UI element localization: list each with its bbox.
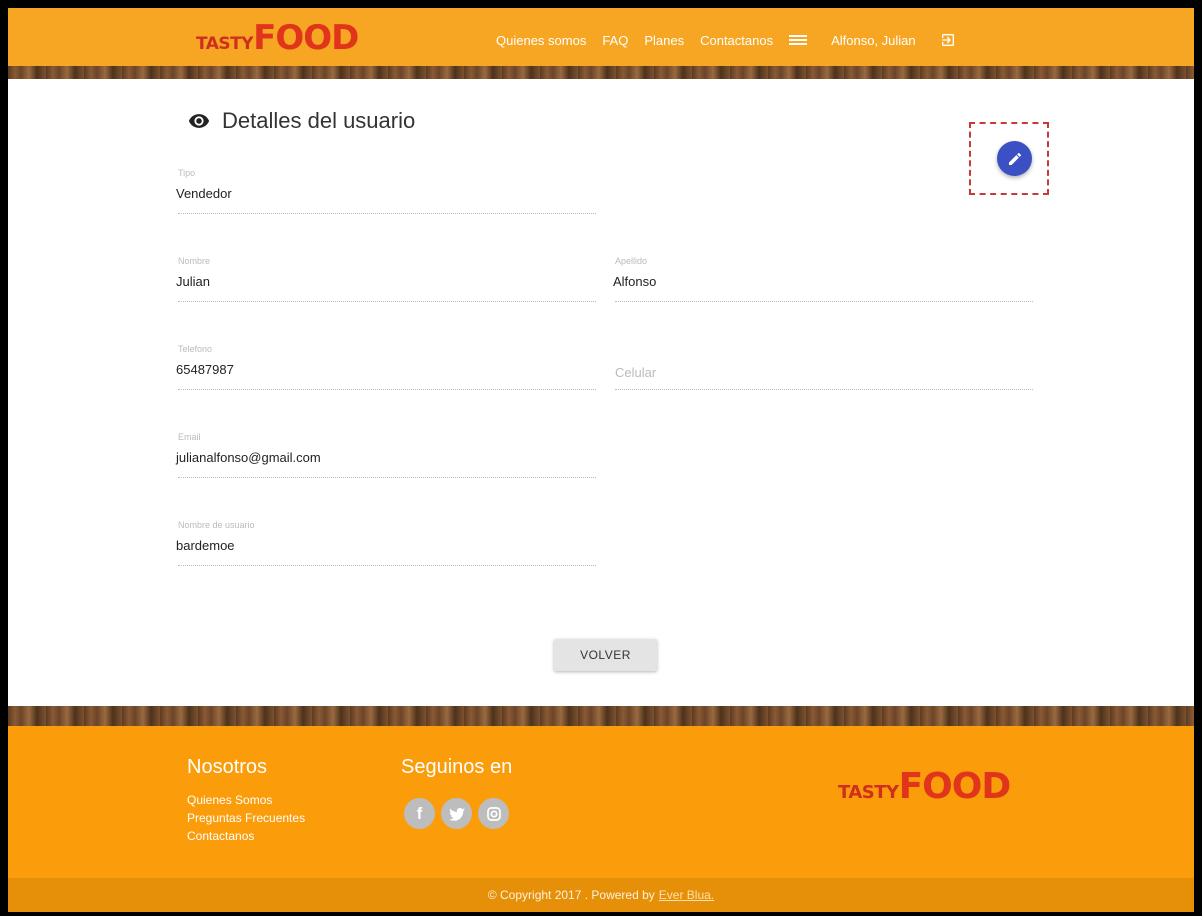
twitter-bird-glyph [448,807,465,821]
field-nombre-value: Julian [176,274,210,289]
back-button[interactable]: VOLVER [554,639,657,671]
nav-planes[interactable]: Planes [644,33,684,48]
social-links: f [404,798,515,829]
field-tipo[interactable]: Tipo Vendedor [176,168,596,228]
field-underline [615,301,1033,302]
field-celular[interactable]: Celular [615,344,1033,404]
field-underline [178,477,596,478]
footer: Nosotros Quienes Somos Preguntas Frecuen… [8,726,1194,878]
copyright-bar: © Copyright 2017 . Powered by Ever Blua. [8,878,1194,912]
user-name-link[interactable]: Alfonso, Julian [831,33,916,48]
field-apellido-value: Alfonso [613,274,657,289]
hamburger-menu-icon[interactable] [789,33,808,47]
nav-contactanos[interactable]: Contactanos [700,33,773,48]
field-underline [178,301,596,302]
footer-social-title: Seguinos en [401,756,513,778]
field-underline [615,389,1033,390]
edit-button[interactable] [997,141,1032,176]
footer-link-quienes-somos[interactable]: Quienes Somos [187,791,305,809]
twitter-icon[interactable] [441,798,472,829]
tastyfood-logo[interactable]: TASTYFOOD [196,18,359,58]
wood-strip-top [8,66,1194,79]
pencil-icon [1008,152,1021,165]
field-email[interactable]: Email julianalfonso@gmail.com [176,432,596,492]
footer-link-contactanos[interactable]: Contactanos [187,827,305,845]
field-underline [178,565,596,566]
field-celular-placeholder: Celular [615,365,657,380]
footer-links: Quienes Somos Preguntas Frecuentes Conta… [187,791,305,845]
page: TASTYFOOD Quienes somos FAQ Planes Conta… [8,8,1194,912]
logout-icon[interactable] [940,32,956,48]
footer-tastyfood-logo: TASTYFOOD [838,766,1012,807]
nav-quienes-somos[interactable]: Quienes somos [496,33,586,48]
field-apellido[interactable]: Apellido Alfonso [613,256,1033,316]
field-tipo-label: Tipo [178,168,196,178]
field-usuario-value: bardemoe [176,538,235,553]
wood-strip-bottom [8,706,1194,726]
page-title: Detalles del usuario [222,108,416,133]
field-usuario[interactable]: Nombre de usuario bardemoe [176,520,596,580]
nav-faq[interactable]: FAQ [602,33,628,48]
field-underline [178,213,596,214]
instagram-glyph [486,806,501,821]
page-heading: Detalles del usuario [188,108,415,134]
copyright-text: © Copyright 2017 . Powered by [487,888,655,902]
powered-by-link[interactable]: Ever Blua. [659,888,714,902]
field-email-value: julianalfonso@gmail.com [176,450,321,465]
footer-logo-food: FOOD [898,766,1012,807]
footer-link-preguntas-frecuentes[interactable]: Preguntas Frecuentes [187,809,305,827]
field-email-label: Email [178,432,201,442]
top-nav-bar: TASTYFOOD Quienes somos FAQ Planes Conta… [8,8,1194,66]
field-telefono[interactable]: Telefono 65487987 [176,344,596,404]
logo-tasty: TASTY [196,34,254,54]
instagram-icon[interactable] [478,798,509,829]
field-usuario-label: Nombre de usuario [178,520,255,530]
field-nombre-label: Nombre [178,256,211,266]
field-apellido-label: Apellido [615,256,648,266]
field-telefono-label: Telefono [178,344,213,354]
logo-food: FOOD [253,18,359,58]
field-tipo-value: Vendedor [176,186,232,201]
field-nombre[interactable]: Nombre Julian [176,256,596,316]
footer-logo-tasty: TASTY [838,782,899,803]
field-underline [178,389,596,390]
eye-icon [188,114,210,128]
main-nav: Quienes somos FAQ Planes Contactanos Alf… [496,31,956,49]
field-telefono-value: 65487987 [176,362,234,377]
footer-nosotros-title: Nosotros [187,756,268,778]
facebook-icon[interactable]: f [404,798,435,829]
